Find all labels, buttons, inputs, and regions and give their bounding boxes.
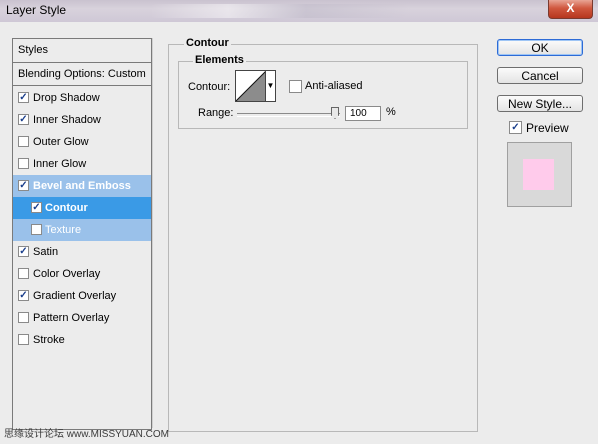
outer-glow-checkbox[interactable] bbox=[18, 136, 29, 147]
stroke-checkbox[interactable] bbox=[18, 334, 29, 345]
style-item-label: Inner Shadow bbox=[33, 114, 101, 126]
cancel-button[interactable]: Cancel bbox=[497, 67, 583, 84]
anti-aliased-label: Anti-aliased bbox=[305, 80, 363, 92]
styles-panel: Styles Blending Options: Custom ✓ Drop S… bbox=[12, 38, 152, 430]
style-item-label: Outer Glow bbox=[33, 136, 89, 148]
range-label: Range: bbox=[198, 107, 234, 119]
preview-label: Preview bbox=[526, 121, 569, 135]
style-item-label: Bevel and Emboss bbox=[33, 180, 131, 192]
range-slider-track[interactable] bbox=[237, 113, 340, 117]
watermark: 思缘设计论坛 www.MISSYUAN.COM bbox=[4, 429, 170, 440]
styles-header[interactable]: Styles bbox=[13, 39, 151, 63]
style-item-label: Satin bbox=[33, 246, 59, 258]
ok-button[interactable]: OK bbox=[497, 39, 583, 56]
blending-options-item[interactable]: Blending Options: Custom bbox=[13, 64, 151, 86]
title-bar-background-blur bbox=[150, 4, 410, 18]
contour-curve-icon bbox=[236, 71, 266, 101]
anti-aliased-checkbox[interactable] bbox=[289, 80, 302, 93]
style-item-label: Stroke bbox=[33, 334, 65, 346]
contour-group-title: Contour bbox=[184, 37, 231, 49]
contour-curve-picker[interactable] bbox=[235, 70, 267, 102]
inner-glow-checkbox[interactable] bbox=[18, 158, 29, 169]
inner-shadow-checkbox[interactable]: ✓ bbox=[18, 114, 29, 125]
bevel-and-emboss-checkbox[interactable]: ✓ bbox=[18, 180, 29, 191]
style-item-label: Color Overlay bbox=[33, 268, 101, 280]
style-item-label: Pattern Overlay bbox=[33, 312, 110, 324]
style-item-pattern-overlay[interactable]: Pattern Overlay bbox=[13, 307, 151, 329]
satin-checkbox[interactable]: ✓ bbox=[18, 246, 29, 257]
style-item-outer-glow[interactable]: Outer Glow bbox=[13, 131, 151, 153]
contour-label: Contour: bbox=[188, 81, 231, 93]
style-item-inner-glow[interactable]: Inner Glow bbox=[13, 153, 151, 175]
panel-divider bbox=[152, 38, 153, 428]
window-title: Layer Style bbox=[6, 3, 67, 17]
range-unit: % bbox=[386, 106, 396, 118]
new-style-button[interactable]: New Style... bbox=[497, 95, 583, 112]
elements-group-title: Elements bbox=[193, 54, 246, 66]
style-item-color-overlay[interactable]: Color Overlay bbox=[13, 263, 151, 285]
drop-shadow-checkbox[interactable]: ✓ bbox=[18, 92, 29, 103]
style-item-label: Gradient Overlay bbox=[33, 290, 117, 302]
contour-dropdown-button[interactable]: ▼ bbox=[265, 70, 276, 102]
style-list: ✓ Drop Shadow ✓ Inner Shadow Outer Glow … bbox=[13, 87, 151, 351]
pattern-overlay-checkbox[interactable] bbox=[18, 312, 29, 323]
style-item-satin[interactable]: ✓ Satin bbox=[13, 241, 151, 263]
style-item-label: Drop Shadow bbox=[33, 92, 100, 104]
style-item-drop-shadow[interactable]: ✓ Drop Shadow bbox=[13, 87, 151, 109]
close-button[interactable]: X bbox=[548, 0, 593, 19]
style-item-texture[interactable]: Texture bbox=[13, 219, 151, 241]
style-item-bevel-and-emboss[interactable]: ✓ Bevel and Emboss bbox=[13, 175, 151, 197]
texture-checkbox[interactable] bbox=[31, 224, 42, 235]
color-overlay-checkbox[interactable] bbox=[18, 268, 29, 279]
style-item-contour[interactable]: ✓ Contour bbox=[13, 197, 151, 219]
contour-checkbox[interactable]: ✓ bbox=[31, 202, 42, 213]
style-item-label: Contour bbox=[45, 202, 88, 214]
style-item-label: Inner Glow bbox=[33, 158, 87, 170]
style-item-inner-shadow[interactable]: ✓ Inner Shadow bbox=[13, 109, 151, 131]
preview-checkbox[interactable]: ✓ bbox=[509, 121, 522, 134]
title-bar: Layer Style X bbox=[0, 0, 598, 22]
style-item-gradient-overlay[interactable]: ✓ Gradient Overlay bbox=[13, 285, 151, 307]
preview-swatch bbox=[523, 159, 554, 190]
style-item-stroke[interactable]: Stroke bbox=[13, 329, 151, 351]
gradient-overlay-checkbox[interactable]: ✓ bbox=[18, 290, 29, 301]
style-item-label: Texture bbox=[45, 224, 82, 236]
range-input[interactable]: 100 bbox=[345, 106, 381, 121]
